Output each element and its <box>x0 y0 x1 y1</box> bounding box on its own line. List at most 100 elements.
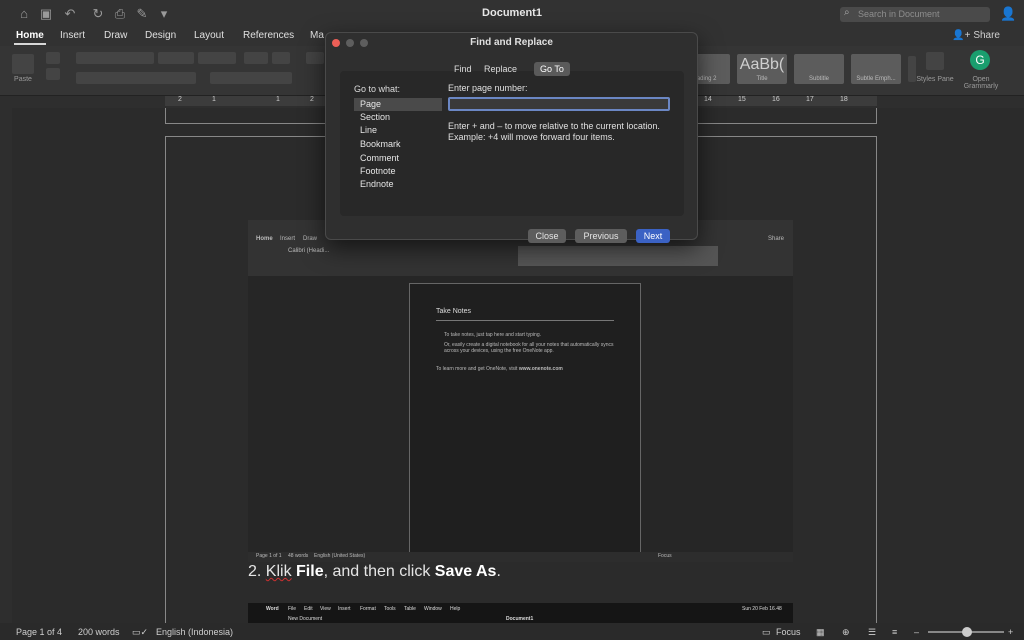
font-grow-shrink-buttons[interactable] <box>198 52 236 64</box>
clear-format-button[interactable] <box>272 52 290 64</box>
embedded-status-page: Page 1 of 1 <box>256 553 282 559</box>
search-placeholder: Search in Document <box>858 9 940 19</box>
embedded2-clock: Sun 20 Feb 16.48 <box>742 606 782 612</box>
zoom-in-icon[interactable]: + <box>1008 627 1013 637</box>
caption-prefix: 2. <box>248 563 262 580</box>
embedded-page: Take Notes To take notes, just tap here … <box>409 283 641 560</box>
caption-file: File <box>296 563 324 580</box>
goto-list[interactable]: Page Section Line Bookmark Comment Footn… <box>354 96 442 191</box>
tab-layout[interactable]: Layout <box>194 30 224 41</box>
goto-item-footnote[interactable]: Footnote <box>354 165 442 178</box>
ruler-number: 2 <box>178 96 182 103</box>
web-layout-icon[interactable]: ⊕ <box>842 627 850 638</box>
caption-klik: Klik <box>265 563 292 580</box>
styles-gallery-arrow[interactable] <box>908 56 916 82</box>
focus-icon[interactable]: ▭ <box>762 627 771 638</box>
draft-view-icon[interactable]: ≡ <box>892 627 897 637</box>
embedded-bullet: Or, easily create a digital notebook for… <box>444 342 614 354</box>
goto-hint: Enter + and – to move relative to the cu… <box>448 121 660 142</box>
page-number-input[interactable] <box>448 97 670 111</box>
embedded2-menu: Help <box>450 606 461 612</box>
embedded-status-words: 48 words <box>288 553 309 559</box>
embedded-tab: Draw <box>303 236 318 242</box>
account-icon[interactable]: 👤 <box>1000 6 1016 22</box>
paste-label: Paste <box>14 76 32 83</box>
embedded2-menu: Window <box>424 606 442 612</box>
style-title[interactable]: AaBb(Title <box>737 54 787 84</box>
caption-save-as: Save As <box>434 563 497 580</box>
embedded-statusbar: Page 1 of 1 48 words English (United Sta… <box>248 552 793 562</box>
tab-draw[interactable]: Draw <box>104 30 127 41</box>
tab-home[interactable]: Home <box>14 30 46 45</box>
vertical-ruler[interactable] <box>0 108 12 623</box>
print-layout-icon[interactable]: ▦ <box>816 627 825 638</box>
goto-item-line[interactable]: Line <box>354 124 442 137</box>
tab-find[interactable]: Find <box>448 62 478 76</box>
embedded-footer: To learn more and get OneNote, visit www… <box>436 366 616 372</box>
status-page-count[interactable]: Page 1 of 4 <box>16 627 62 637</box>
dialog-content: Go to what: Page Section Line Bookmark C… <box>340 71 684 216</box>
cut-icon[interactable] <box>46 52 60 64</box>
embedded-footer-link: www.onenote.com <box>518 366 563 372</box>
previous-button[interactable]: Previous <box>575 229 627 243</box>
tab-replace[interactable]: Replace <box>478 62 523 76</box>
tab-insert[interactable]: Insert <box>60 30 85 41</box>
next-button[interactable]: Next <box>636 229 670 243</box>
share-button[interactable]: 👤+ Share <box>952 30 1000 41</box>
tab-design[interactable]: Design <box>145 30 176 41</box>
zoom-slider-thumb[interactable] <box>962 627 972 637</box>
goto-item-section[interactable]: Section <box>354 111 442 124</box>
tab-goto[interactable]: Go To <box>534 62 570 76</box>
embedded2-menu: Format <box>360 606 376 612</box>
embedded-screenshot[interactable]: Home Insert Draw Calibri (Headi... Share… <box>248 220 793 562</box>
zoom-out-icon[interactable]: – <box>914 627 919 637</box>
caption-middle: , and then click <box>323 563 431 580</box>
goto-item-page[interactable]: Page <box>354 98 442 111</box>
embedded2-menu: Insert <box>338 606 351 612</box>
goto-item-comment[interactable]: Comment <box>354 152 442 165</box>
embedded-status-lang: English (United States) <box>314 553 366 559</box>
embedded2-menu: View <box>320 606 331 612</box>
embedded2-menu: Tools <box>384 606 396 612</box>
goto-item-endnote[interactable]: Endnote <box>354 178 442 191</box>
tab-mailings[interactable]: Ma <box>310 30 324 41</box>
goto-label: Go to what: <box>354 84 401 94</box>
style-subtitle[interactable]: Subtitle <box>794 54 844 84</box>
tab-references[interactable]: References <box>243 30 294 41</box>
status-bar: Page 1 of 4 200 words ▭✓ English (Indone… <box>0 623 1024 640</box>
embedded-tab: Home <box>256 236 273 242</box>
bold-italic-underline-group[interactable] <box>76 72 196 84</box>
style-subtle-emphasis[interactable]: Subtle Emph... <box>851 54 901 84</box>
embedded2-menu: Table <box>404 606 416 612</box>
search-input[interactable]: ⌕ Search in Document <box>840 7 990 22</box>
grammarly-icon[interactable]: G <box>970 50 990 70</box>
embedded-share: Share <box>768 236 785 242</box>
change-case-button[interactable] <box>244 52 268 64</box>
status-word-count[interactable]: 200 words <box>78 627 120 637</box>
instruction-caption[interactable]: 2. Klik File, and then click Save As. <box>248 563 501 581</box>
embedded2-menu: Edit <box>304 606 313 612</box>
proofing-icon[interactable]: ▭✓ <box>132 627 148 638</box>
share-label: Share <box>973 30 1000 41</box>
grammarly-label: Open Grammarly <box>963 76 999 90</box>
text-color-group[interactable] <box>210 72 292 84</box>
styles-pane-button[interactable] <box>926 52 944 70</box>
ruler-number: 1 <box>212 96 216 103</box>
status-language[interactable]: English (Indonesia) <box>156 627 233 637</box>
embedded-status-focus: Focus <box>658 553 672 559</box>
goto-item-bookmark[interactable]: Bookmark <box>354 138 442 151</box>
bullets-button[interactable] <box>306 52 324 64</box>
add-person-icon: 👤+ <box>952 30 971 41</box>
caption-end: . <box>496 563 501 580</box>
font-size-select[interactable] <box>158 52 194 64</box>
embedded2-menu: File <box>288 606 297 612</box>
paste-button[interactable] <box>12 54 34 74</box>
font-name-select[interactable] <box>76 52 154 64</box>
styles-pane-label: Styles Pane <box>916 76 954 83</box>
outline-view-icon[interactable]: ☰ <box>868 627 876 638</box>
close-button[interactable]: Close <box>528 229 566 243</box>
ruler-number: 16 <box>772 96 780 103</box>
focus-button[interactable]: Focus <box>776 627 801 637</box>
copy-icon[interactable] <box>46 68 60 80</box>
dialog-title: Find and Replace <box>470 37 553 48</box>
